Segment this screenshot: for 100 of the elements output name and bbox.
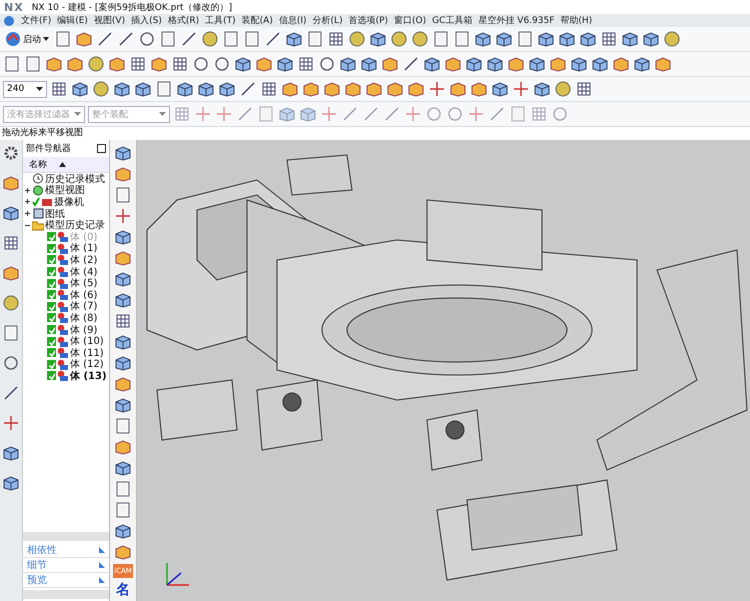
- cube-icon[interactable]: [114, 291, 132, 309]
- tree-item[interactable]: 体 (1): [70, 241, 98, 256]
- cube-icon[interactable]: [114, 228, 132, 246]
- globe-icon[interactable]: [3, 14, 15, 26]
- box-icon[interactable]: [75, 30, 93, 48]
- cube-icon[interactable]: [621, 30, 639, 48]
- scrollbar[interactable]: [23, 590, 109, 599]
- box-icon[interactable]: [323, 80, 341, 98]
- cube-icon[interactable]: [197, 80, 215, 98]
- line-icon[interactable]: [264, 30, 282, 48]
- sphere-icon[interactable]: [92, 80, 110, 98]
- tree-item[interactable]: 体 (7): [70, 299, 98, 314]
- crosshair-icon[interactable]: [114, 207, 132, 225]
- tree-item[interactable]: 体 (11): [70, 346, 104, 360]
- grid-icon[interactable]: [129, 55, 147, 73]
- cube-icon[interactable]: [114, 354, 132, 372]
- cube-icon[interactable]: [486, 55, 504, 73]
- tree-item[interactable]: 图纸: [45, 206, 65, 221]
- cube-icon[interactable]: [176, 80, 194, 98]
- grid-icon[interactable]: [575, 80, 593, 98]
- box-icon[interactable]: [281, 80, 299, 98]
- cube-icon[interactable]: [528, 55, 546, 73]
- page-icon[interactable]: [114, 501, 132, 519]
- grid-icon[interactable]: [600, 30, 618, 48]
- expand-icon[interactable]: [23, 210, 31, 218]
- menu-item[interactable]: 首选项(P): [348, 14, 388, 27]
- page-icon[interactable]: [155, 80, 173, 98]
- cube-icon[interactable]: [2, 474, 20, 492]
- crosshair-icon[interactable]: [512, 80, 530, 98]
- checkbox[interactable]: [47, 313, 56, 322]
- page-icon[interactable]: [453, 30, 471, 48]
- cube-icon[interactable]: [491, 80, 509, 98]
- box-icon[interactable]: [654, 55, 672, 73]
- cube-icon[interactable]: [633, 55, 651, 73]
- expand-icon[interactable]: [23, 198, 31, 206]
- box-icon[interactable]: [407, 80, 425, 98]
- checkbox[interactable]: [47, 325, 56, 334]
- cube-icon[interactable]: [2, 444, 20, 462]
- sphere-icon[interactable]: [663, 30, 681, 48]
- scrollbar[interactable]: [23, 532, 109, 541]
- page-icon[interactable]: [306, 30, 324, 48]
- sphere-icon[interactable]: [2, 294, 20, 312]
- tree-item[interactable]: 摄像机: [54, 194, 84, 209]
- box-icon[interactable]: [66, 55, 84, 73]
- name-button[interactable]: 名: [116, 581, 130, 599]
- panel-header[interactable]: 细节: [23, 558, 109, 573]
- page-icon[interactable]: [2, 324, 20, 342]
- grid-icon[interactable]: [171, 55, 189, 73]
- tree-item[interactable]: 体 (12): [70, 357, 104, 372]
- box-icon[interactable]: [2, 264, 20, 282]
- cube-icon[interactable]: [423, 55, 441, 73]
- cube-icon[interactable]: [234, 55, 252, 73]
- panel-header[interactable]: 预览: [23, 573, 109, 588]
- scale-dropdown[interactable]: 240: [3, 80, 47, 98]
- menu-item[interactable]: 星空外挂 V6.935F: [478, 14, 554, 27]
- cube-icon[interactable]: [276, 55, 294, 73]
- menu-item[interactable]: 工具(T): [205, 14, 236, 27]
- checkbox[interactable]: [47, 290, 56, 300]
- cube-icon[interactable]: [339, 55, 357, 73]
- box-icon[interactable]: [549, 55, 567, 73]
- cube-icon[interactable]: [114, 396, 132, 414]
- crosshair-icon[interactable]: [428, 80, 446, 98]
- menu-item[interactable]: 格式(R): [168, 14, 200, 27]
- tree-item[interactable]: 体 (4): [70, 264, 98, 279]
- tree-item[interactable]: 体 (9): [70, 322, 98, 337]
- tree-item[interactable]: 体 (8): [70, 310, 98, 325]
- cube-icon[interactable]: [285, 30, 303, 48]
- page-icon[interactable]: [114, 186, 132, 204]
- panel-header[interactable]: 相依性: [23, 543, 109, 558]
- box-icon[interactable]: [114, 375, 132, 393]
- circle-icon[interactable]: [213, 55, 231, 73]
- box-icon[interactable]: [2, 174, 20, 192]
- cube-icon[interactable]: [558, 30, 576, 48]
- box-icon[interactable]: [45, 55, 63, 73]
- page-icon[interactable]: [114, 480, 132, 498]
- line-icon[interactable]: [180, 30, 198, 48]
- page-icon[interactable]: [114, 417, 132, 435]
- column-header[interactable]: 名称: [23, 157, 109, 173]
- cube-icon[interactable]: [642, 30, 660, 48]
- circle-icon[interactable]: [138, 30, 156, 48]
- page-icon[interactable]: [159, 30, 177, 48]
- menu-item[interactable]: 编辑(E): [57, 14, 88, 27]
- line-icon[interactable]: [96, 30, 114, 48]
- menu-item[interactable]: 分析(L): [312, 14, 343, 27]
- tree-item[interactable]: 体 (5): [70, 276, 98, 290]
- tree-item[interactable]: 体 (10): [70, 334, 104, 348]
- grid-icon[interactable]: [2, 234, 20, 252]
- cube-icon[interactable]: [113, 80, 131, 98]
- checkbox[interactable]: [47, 302, 56, 311]
- box-icon[interactable]: [449, 80, 467, 98]
- crosshair-icon[interactable]: [2, 414, 20, 432]
- cube-icon[interactable]: [218, 80, 236, 98]
- checkbox[interactable]: [47, 348, 56, 358]
- box-icon[interactable]: [470, 80, 488, 98]
- menu-item[interactable]: 装配(A): [242, 14, 273, 27]
- menu-item[interactable]: 窗口(O): [394, 14, 426, 27]
- maximize-icon[interactable]: [97, 144, 106, 153]
- sphere-icon[interactable]: [390, 30, 408, 48]
- page-icon[interactable]: [24, 55, 42, 73]
- line-icon[interactable]: [239, 80, 257, 98]
